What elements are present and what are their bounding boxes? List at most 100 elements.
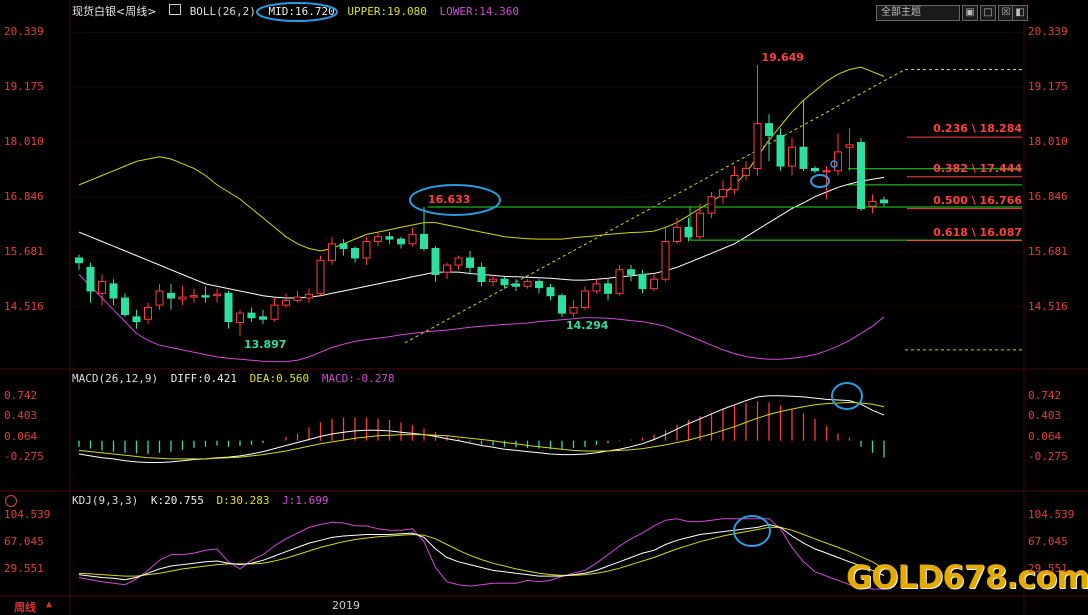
main-y-tick-right: 20.339 — [1028, 25, 1068, 39]
boll-icon[interactable] — [169, 4, 182, 15]
kdj-y-tick-left: 104.539 — [4, 508, 51, 522]
candle-down — [167, 292, 175, 299]
main-y-tick-left: 16.846 — [4, 189, 44, 203]
candle-up — [155, 290, 164, 306]
candle-up — [788, 146, 796, 167]
main-y-tick-left: 18.010 — [4, 135, 44, 149]
main-y-tick-right: 14.516 — [1028, 299, 1068, 313]
fib-label: 0.618 \ 16.087 — [933, 225, 1022, 239]
kdj-j: J:1.699 — [282, 494, 329, 507]
candle-up — [178, 296, 187, 300]
macd-value: MACD:-0.278 — [321, 372, 395, 385]
main-y-tick-left: 14.516 — [4, 299, 44, 313]
candle-up — [753, 123, 762, 169]
candle-up — [742, 167, 750, 177]
main-y-tick-left: 19.175 — [4, 80, 44, 94]
main-y-tick-right: 18.010 — [1028, 135, 1068, 149]
candle-up — [408, 233, 417, 245]
macd-dea: DEA:0.560 — [249, 372, 310, 385]
candle-up — [661, 240, 670, 280]
candle-down — [535, 281, 543, 289]
price-annotation: 14.294 — [566, 319, 609, 333]
candle-down — [86, 266, 95, 292]
kdj-settings-icon[interactable] — [5, 495, 17, 507]
toolbar-button-2[interactable]: □ — [980, 5, 996, 21]
candle-up — [592, 283, 601, 292]
candle-down — [201, 295, 210, 298]
candle-up — [730, 175, 739, 191]
candle-down — [604, 283, 612, 294]
candle-down — [397, 238, 405, 245]
boll-lower: LOWER:14.360 — [439, 5, 519, 18]
candle-down — [546, 287, 555, 297]
macd-y-tick-left: -0.275 — [4, 450, 44, 464]
mid-highlight-ellipse — [256, 2, 338, 22]
candle-down — [109, 283, 118, 299]
candle-up — [213, 293, 221, 297]
kdj-d: D:30.283 — [216, 494, 270, 507]
candle-down — [776, 134, 785, 167]
candle-down — [477, 266, 486, 283]
candle-down — [627, 269, 635, 275]
price-annotation: 16.633 — [428, 192, 471, 206]
macd-y-tick-right: 0.403 — [1028, 409, 1062, 423]
candle-down — [385, 236, 394, 240]
instrument-title: 现货白银<周线> — [72, 5, 157, 18]
candle-down — [466, 257, 474, 268]
macd-y-tick-right: 0.064 — [1028, 429, 1062, 443]
macd-y-tick-left: 0.403 — [4, 409, 38, 423]
candle-down — [857, 142, 865, 209]
candle-up — [719, 189, 727, 198]
candle-up — [98, 281, 106, 294]
macd-y-tick-left: 0.742 — [4, 388, 38, 402]
candle-down — [247, 312, 256, 319]
candle-up — [374, 236, 382, 242]
main-y-tick-right: 19.175 — [1028, 80, 1068, 94]
macd-diff: DIFF:0.421 — [170, 372, 237, 385]
kdj-y-tick-left: 29.551 — [4, 562, 44, 576]
period-button[interactable]: 周线 — [14, 599, 36, 615]
candle-up — [316, 259, 325, 294]
main-y-tick-right: 16.846 — [1028, 189, 1068, 203]
candle-down — [811, 167, 819, 172]
kdj-y-tick-right: 67.045 — [1028, 535, 1068, 549]
candle-up — [673, 226, 681, 242]
kdj-y-tick-left: 67.045 — [4, 535, 44, 549]
kdj-y-tick-right: 104.539 — [1028, 508, 1075, 522]
macd-y-tick-right: 0.742 — [1028, 388, 1062, 402]
candle-down — [558, 295, 566, 314]
candle-up — [282, 299, 290, 306]
macd-header: MACD(26,12,9) DIFF:0.421 DEA:0.560 MACD:… — [72, 372, 401, 386]
candle-up — [270, 304, 279, 320]
candle-down — [880, 199, 888, 204]
kdj-title: KDJ(9,3,3) — [72, 494, 139, 507]
candle-up — [293, 296, 302, 301]
candle-down — [765, 123, 773, 136]
candle-up — [615, 269, 624, 294]
period-arrow-icon[interactable]: ▲ — [46, 599, 52, 610]
candle-up — [581, 290, 589, 308]
candle-up — [144, 306, 152, 320]
theme-select[interactable]: 全部主题 — [876, 5, 960, 21]
macd-y-tick-left: 0.064 — [4, 429, 38, 443]
candle-up — [454, 257, 463, 266]
candle-up — [305, 293, 313, 299]
candle-up — [650, 278, 658, 290]
fib-label: 0.500 \ 16.766 — [933, 193, 1022, 207]
toolbar-button-1[interactable]: ▣ — [962, 5, 978, 21]
candle-up — [696, 212, 704, 238]
candle-down — [420, 233, 428, 250]
candle-down — [684, 226, 693, 238]
candle-up — [443, 264, 451, 273]
boll-title: BOLL(26,2) — [189, 5, 256, 18]
candle-down — [638, 273, 647, 290]
fib-label: 0.236 \ 18.284 — [933, 122, 1022, 136]
main-y-tick-left: 15.681 — [4, 244, 44, 258]
chart-canvas — [0, 0, 1088, 615]
candle-up — [236, 312, 244, 324]
candle-up — [523, 281, 532, 287]
main-y-tick-right: 15.681 — [1028, 244, 1068, 258]
candle-down — [121, 297, 129, 316]
toolbar-button-4[interactable]: ◧ — [1012, 5, 1028, 21]
candle-down — [512, 283, 520, 287]
